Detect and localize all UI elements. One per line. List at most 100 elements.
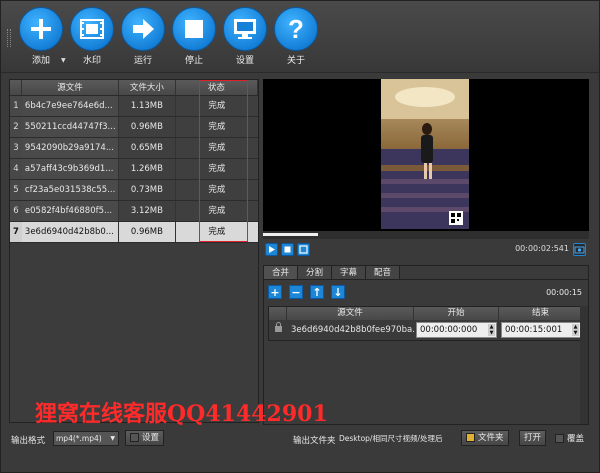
segment-header-end: 结束	[499, 307, 583, 320]
playback-time: 00:00:02:541	[515, 244, 569, 253]
file-row[interactable]: 5 cf23a5e031538c55... 0.73MB 完成	[10, 180, 259, 201]
file-size: 0.65MB	[119, 138, 176, 158]
format-settings-button[interactable]: 设置	[125, 430, 165, 446]
checkbox-box[interactable]	[555, 434, 564, 443]
timeline-scrubber[interactable]	[263, 231, 589, 239]
file-status: 完成	[175, 159, 259, 179]
run-button[interactable]: 运行	[119, 7, 167, 69]
fullscreen-button[interactable]	[297, 243, 310, 256]
file-size: 3.12MB	[119, 201, 176, 221]
spin-arrows-icon[interactable]: ▲ ▼	[572, 324, 579, 336]
open-folder-button[interactable]: 打开	[519, 430, 547, 446]
timeline-progress	[263, 233, 319, 236]
output-format-label: 输出格式	[11, 436, 46, 446]
file-row[interactable]: 3 9542090b29a9174... 0.65MB 完成	[10, 138, 259, 159]
row-index: 5	[10, 180, 22, 200]
add-button[interactable]: 添加 ▼	[17, 7, 66, 69]
settings-icon	[130, 433, 139, 442]
segment-end-input[interactable]: 00:00:15:001 ▲ ▼	[501, 322, 581, 338]
watermark-label: 水印	[82, 56, 101, 66]
file-size: 1.13MB	[119, 96, 176, 116]
format-settings-label: 设置	[142, 433, 160, 443]
toolbar-grip[interactable]	[7, 29, 11, 47]
plus-icon: +	[270, 285, 280, 299]
minus-icon: −	[291, 285, 301, 299]
video-preview[interactable]	[263, 79, 589, 231]
file-status: 完成	[175, 180, 259, 200]
header-size[interactable]: 文件大小	[119, 80, 176, 95]
row-index: 4	[10, 159, 22, 179]
row-index: 3	[10, 138, 22, 158]
stop-label: 停止	[184, 56, 203, 66]
stop-button[interactable]: 停止	[170, 7, 218, 69]
tab-subtitle[interactable]: 字幕	[332, 266, 367, 279]
snapshot-button[interactable]	[573, 243, 586, 256]
about-button[interactable]: ? 关于	[272, 7, 320, 69]
toolbar: 添加 ▼ 水印 运行 停止 设置 ? 关于	[1, 1, 599, 73]
file-source: 3e6d6940d42b8b0...	[21, 222, 120, 242]
file-size: 0.96MB	[119, 222, 176, 242]
settings-label: 设置	[235, 56, 254, 66]
play-icon	[269, 246, 275, 253]
overwrite-checkbox[interactable]: 覆盖	[555, 432, 584, 444]
choose-folder-button[interactable]: 文件夹	[461, 430, 509, 446]
segment-scrollbar[interactable]	[580, 306, 588, 424]
row-index: 2	[10, 117, 22, 137]
tab-split[interactable]: 分割	[298, 266, 333, 279]
lock-icon[interactable]	[269, 320, 287, 340]
stop-icon	[172, 7, 216, 51]
move-down-button[interactable]: ↓	[331, 285, 345, 299]
file-status: 完成	[175, 222, 259, 242]
segment-start-input[interactable]: 00:00:00:000 ▲ ▼	[416, 322, 497, 338]
output-format-select[interactable]: mp4(*.mp4) ▼	[53, 431, 119, 446]
tab-dubbing[interactable]: 配音	[366, 266, 401, 279]
header-status[interactable]: 状态	[176, 80, 258, 95]
file-row[interactable]: 7 3e6d6940d42b8b0... 0.96MB 完成	[10, 222, 259, 243]
segment-header-file: 源文件	[287, 307, 414, 320]
total-duration: 00:00:15	[546, 288, 582, 297]
file-source: a57aff43c9b369d1...	[21, 159, 120, 179]
watermark-button[interactable]: 水印	[68, 7, 116, 69]
header-source[interactable]: 源文件	[22, 80, 120, 95]
settings-button[interactable]: 设置	[221, 7, 269, 69]
chevron-down-icon[interactable]: ▼	[61, 57, 66, 64]
row-index: 1	[10, 96, 22, 116]
segment-table: 源文件 开始 结束 3e6d6940d42b8b0fee970ba... 00:…	[268, 306, 584, 341]
output-format-value: mp4(*.mp4)	[56, 434, 102, 443]
file-row[interactable]: 2 550211ccd44747f3... 0.96MB 完成	[10, 117, 259, 138]
video-frame	[381, 79, 469, 229]
plus-icon	[19, 7, 63, 51]
segment-table-header: 源文件 开始 结束	[269, 307, 583, 320]
film-icon	[70, 7, 114, 51]
move-up-button[interactable]: ↑	[310, 285, 324, 299]
row-index: 7	[10, 222, 22, 242]
file-row[interactable]: 1 6b4c7e9ee764e6d... 1.13MB 完成	[10, 96, 259, 117]
segment-row[interactable]: 3e6d6940d42b8b0fee970ba... 00:00:00:000 ▲…	[269, 320, 583, 340]
file-source: cf23a5e031538c55...	[21, 180, 120, 200]
file-size: 1.26MB	[119, 159, 176, 179]
playback-controls: 00:00:02:541	[263, 241, 589, 259]
output-folder-label: 输出文件夹	[293, 436, 336, 446]
add-segment-button[interactable]: +	[268, 285, 282, 299]
spin-arrows-icon[interactable]: ▲ ▼	[488, 324, 495, 336]
tab-merge[interactable]: 合并	[264, 266, 299, 279]
chevron-down-icon: ▼	[110, 435, 115, 442]
choose-folder-label: 文件夹	[478, 433, 504, 443]
arrow-right-icon	[121, 7, 165, 51]
file-list[interactable]: 源文件 文件大小 状态 1 6b4c7e9ee764e6d... 1.13MB 完成 2…	[9, 79, 259, 423]
play-button[interactable]	[265, 243, 278, 256]
row-index: 6	[10, 201, 22, 221]
overwrite-label: 覆盖	[567, 434, 585, 444]
output-folder-path: Desktop/相同尺寸视频/处理后	[339, 434, 443, 443]
file-source: 6b4c7e9ee764e6d...	[21, 96, 120, 116]
monitor-icon	[223, 7, 267, 51]
file-status: 完成	[175, 201, 259, 221]
overlay-watermark-text: 狸窝在线客服QQ41442901	[35, 401, 328, 427]
stop-playback-button[interactable]	[281, 243, 294, 256]
segment-header-start: 开始	[414, 307, 499, 320]
file-status: 完成	[175, 138, 259, 158]
remove-segment-button[interactable]: −	[289, 285, 303, 299]
file-row[interactable]: 6 e0582f4bf46880f5... 3.12MB 完成	[10, 201, 259, 222]
folder-icon	[466, 433, 475, 442]
file-row[interactable]: 4 a57aff43c9b369d1... 1.26MB 完成	[10, 159, 259, 180]
